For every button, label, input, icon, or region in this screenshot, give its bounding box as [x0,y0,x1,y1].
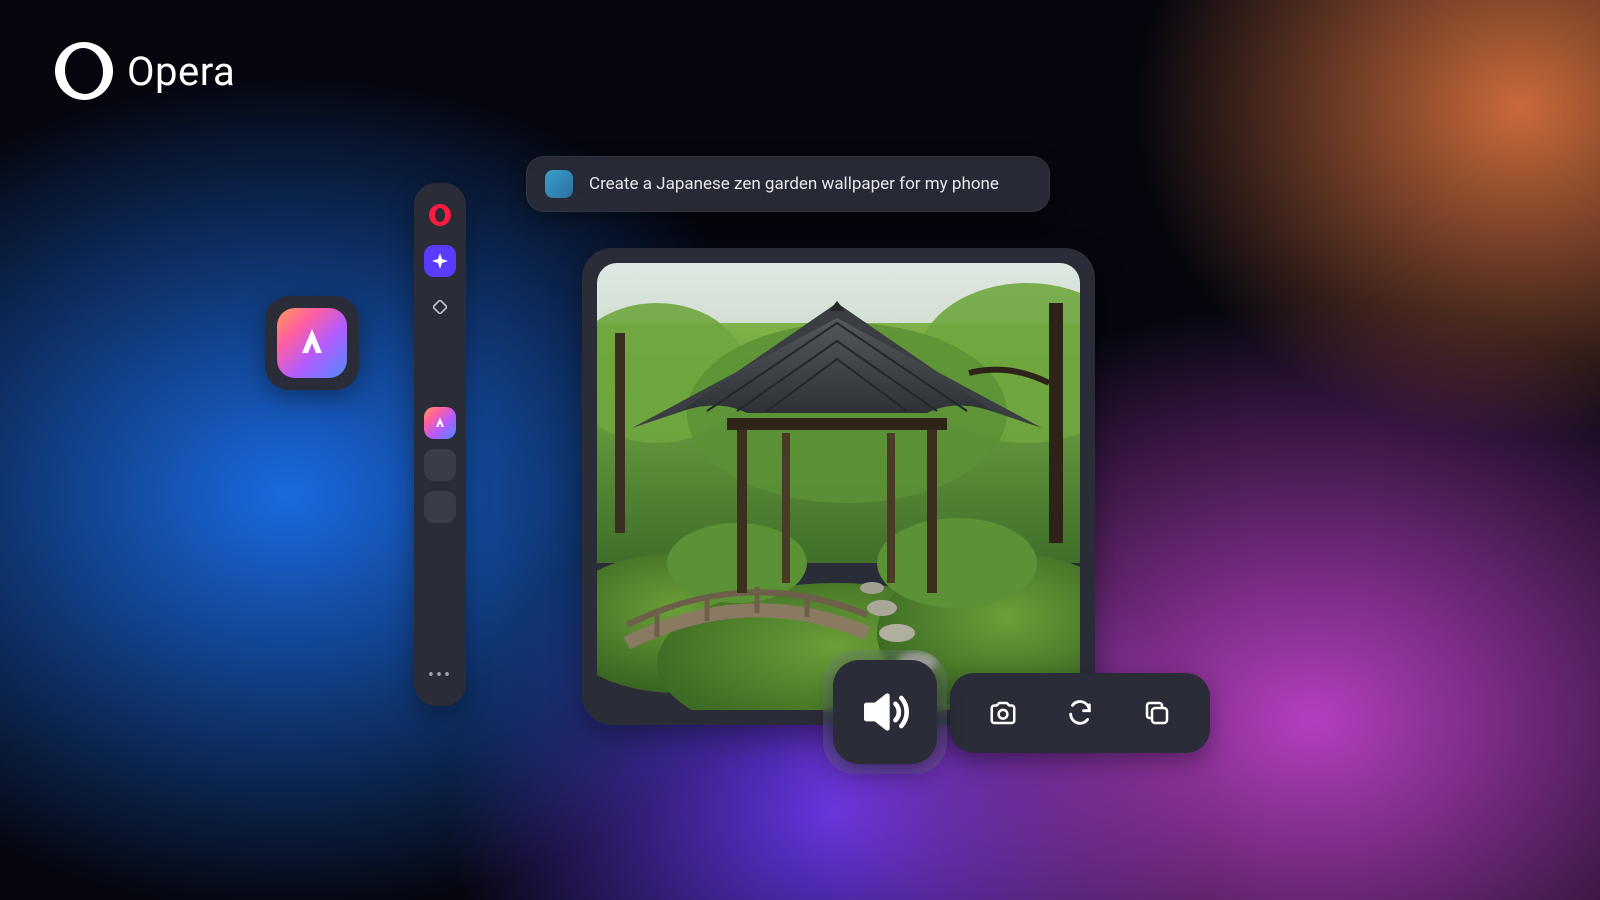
prompt-bar[interactable]: Create a Japanese zen garden wallpaper f… [526,156,1050,212]
browser-sidebar: ••• [414,183,466,706]
sparkle-icon [432,253,448,269]
prompt-context-thumb [545,170,573,198]
diamond-outline-icon [433,300,447,314]
sidebar-item-opera[interactable] [424,199,456,231]
refresh-icon [1066,699,1094,727]
aria-app-tile[interactable] [265,296,359,390]
aria-icon [432,415,448,431]
result-action-bar [950,673,1210,753]
sidebar-item-ai[interactable] [424,245,456,277]
sidebar-thumb-empty-1[interactable] [424,449,456,481]
copy-button[interactable] [1135,691,1179,735]
snapshot-button[interactable] [981,691,1025,735]
camera-icon [988,698,1018,728]
generated-image [597,263,1080,710]
aria-icon [277,308,347,378]
speak-button-wrap [823,650,947,774]
speak-button[interactable] [833,660,937,764]
regenerate-button[interactable] [1058,691,1102,735]
sidebar-thumb-empty-2[interactable] [424,491,456,523]
prompt-text: Create a Japanese zen garden wallpaper f… [589,174,999,194]
opera-logo-icon [52,39,116,103]
opera-logo-icon [429,204,451,226]
opera-brand: Opera [55,42,235,100]
sidebar-item-new[interactable] [424,291,456,323]
sidebar-thumb-aria[interactable] [424,407,456,439]
speaker-icon [857,684,913,740]
opera-wordmark: Opera [127,48,235,95]
copy-icon [1142,698,1172,728]
sidebar-more-button[interactable]: ••• [428,665,452,690]
